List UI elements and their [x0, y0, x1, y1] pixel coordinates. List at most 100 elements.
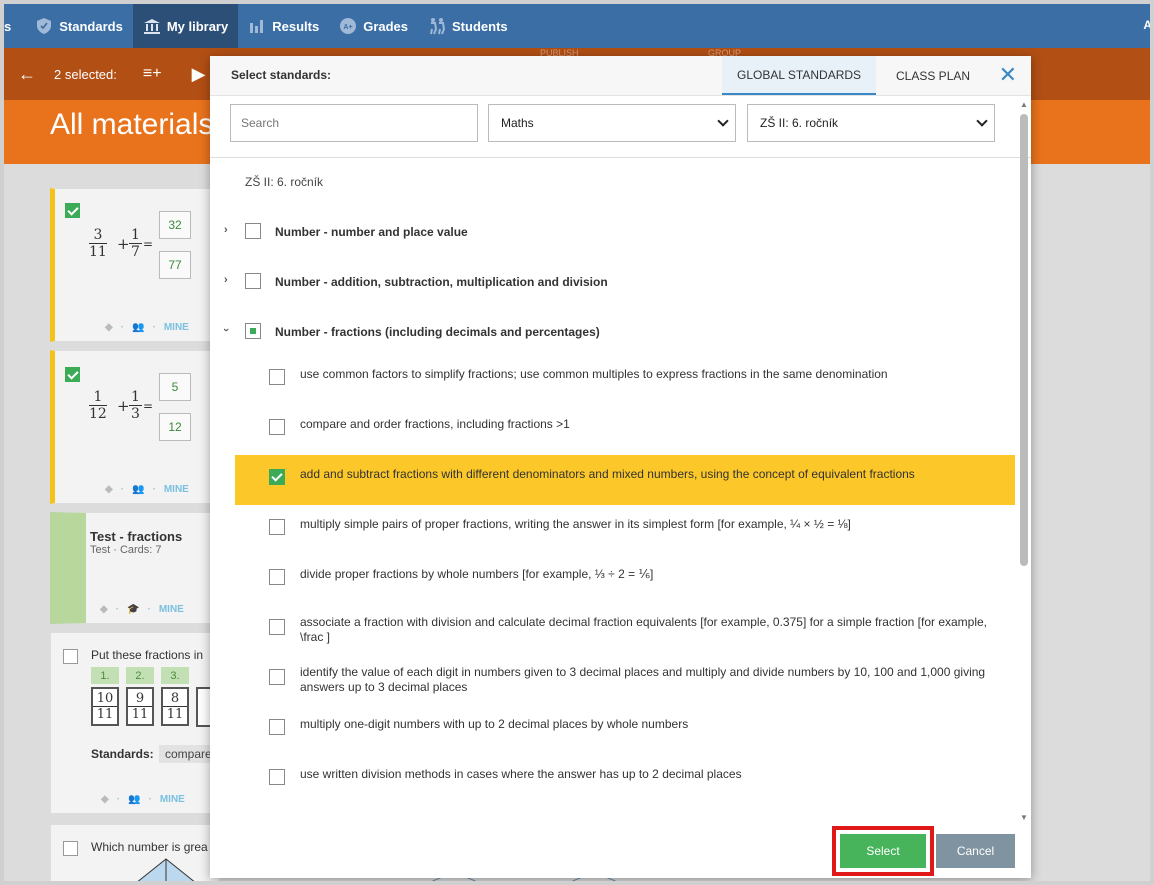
tag-icon[interactable]: ◆	[100, 604, 108, 615]
group-icon[interactable]: 👥	[132, 484, 144, 495]
standard-item[interactable]: identify the value of each digit in numb…	[235, 655, 1015, 705]
fraction-tile[interactable]: 10 11	[91, 687, 119, 726]
card-checkbox[interactable]	[65, 367, 80, 382]
fraction-numerator: 3	[89, 227, 107, 244]
card-title: Which number is grea	[91, 840, 208, 854]
scroll-up-icon[interactable]: ▲	[1020, 100, 1028, 109]
standard-checkbox[interactable]	[269, 669, 285, 685]
standard-text: add and subtract fractions with differen…	[300, 467, 915, 481]
standard-item[interactable]: associate a fraction with division and c…	[235, 605, 1015, 655]
scrollbar-thumb[interactable]	[1020, 114, 1028, 566]
separator-dot: ·	[148, 794, 152, 805]
standard-checkbox[interactable]	[269, 369, 285, 385]
nav-item-my-library[interactable]: My library	[132, 4, 239, 48]
fraction-tile[interactable]: 8 11	[161, 687, 189, 726]
tag-icon[interactable]: ◆	[105, 322, 113, 333]
group-label: Number - number and place value	[275, 225, 468, 239]
standard-item[interactable]: use written division methods in cases wh…	[235, 755, 1015, 805]
group-checkbox[interactable]	[245, 273, 261, 289]
standards-list[interactable]: ZŠ II: 6. ročník › Number - number and p…	[210, 159, 1018, 819]
standard-chip[interactable]: compare	[159, 745, 218, 763]
nav-item-students[interactable]: Students	[418, 4, 518, 48]
owner-badge: MINE	[163, 484, 189, 495]
scrollbar[interactable]: ▲ ▼	[1020, 100, 1028, 822]
separator-dot: ·	[152, 322, 156, 333]
nav-item-results[interactable]: Results	[238, 4, 329, 48]
test-card[interactable]: Test - fractions Test · Cards: 7 ◆ · 🎓 · M…	[50, 512, 220, 624]
shape-diagram	[137, 858, 195, 881]
card-checkbox[interactable]	[60, 529, 75, 544]
standard-item[interactable]: multiply one-digit numbers with up to 2 …	[235, 705, 1015, 755]
select-button[interactable]: Select	[840, 834, 926, 868]
graduation-cap-icon[interactable]: 🎓	[127, 604, 139, 615]
tab-class-plan[interactable]: CLASS PLAN	[881, 56, 985, 95]
answer-numerator-box[interactable]: 5	[159, 373, 191, 401]
add-to-list-icon[interactable]: ≡+	[143, 65, 162, 83]
standard-item[interactable]: use common factors to simplify fractions…	[235, 355, 1015, 405]
subject-select-value: Maths	[501, 116, 534, 130]
material-card[interactable]: Put these fractions in 1. 2. 3. 10 11 9 11…	[50, 632, 220, 814]
standard-item-selected[interactable]: add and subtract fractions with differen…	[235, 455, 1015, 505]
nav-item-standards[interactable]: Standards	[25, 4, 133, 48]
card-checkbox[interactable]	[63, 841, 78, 856]
standard-checkbox[interactable]	[269, 569, 285, 585]
standard-item[interactable]: divide proper fractions by whole numbers…	[235, 555, 1015, 605]
answer-numerator-box[interactable]: 32	[159, 211, 191, 239]
students-icon	[428, 17, 446, 35]
play-icon[interactable]: ▶	[192, 64, 206, 85]
group-checkbox[interactable]	[245, 323, 261, 339]
user-menu-truncated[interactable]: A	[1143, 18, 1150, 32]
standards-group[interactable]: › Number - addition, subtraction, multip…	[210, 263, 1018, 303]
card-subtitle: Test · Cards: 7	[90, 544, 162, 556]
standard-checkbox[interactable]	[269, 519, 285, 535]
standard-text: multiply simple pairs of proper fraction…	[300, 517, 851, 531]
standard-text: divide proper fractions by whole numbers…	[300, 567, 654, 581]
nav-item-truncated[interactable]: s	[4, 4, 25, 48]
answer-denominator-box[interactable]: 77	[159, 251, 191, 279]
group-icon[interactable]: 👥	[132, 322, 144, 333]
tag-icon[interactable]: ◆	[101, 794, 109, 805]
owner-badge: MINE	[158, 604, 184, 615]
standard-checkbox[interactable]	[269, 469, 285, 485]
material-card[interactable]: 1 12 + 13 = 5 12 ◆ · 👥 · MINE	[50, 350, 220, 504]
standards-group[interactable]: › Number - fractions (including decimals…	[210, 313, 1018, 353]
separator-dot: ·	[152, 484, 156, 495]
group-icon[interactable]: 👥	[128, 794, 140, 805]
separator-dot: ·	[116, 794, 121, 805]
answer-denominator-box[interactable]: 12	[159, 413, 191, 441]
separator-dot: ·	[120, 322, 125, 333]
fraction-denominator: 11	[166, 707, 184, 722]
search-input[interactable]	[230, 104, 478, 142]
standard-checkbox[interactable]	[269, 619, 285, 635]
card-title: Test - fractions	[90, 529, 183, 544]
fraction-tile[interactable]: 9 11	[126, 687, 154, 726]
card-checkbox[interactable]	[63, 649, 78, 664]
standard-checkbox[interactable]	[269, 719, 285, 735]
chevron-right-icon[interactable]: ›	[224, 274, 228, 286]
material-card[interactable]: Which number is grea	[50, 824, 220, 881]
material-card[interactable]: 3 11 + 17 = 32 77 ◆ · 👥 · MINE	[50, 188, 220, 342]
tag-icon[interactable]: ◆	[105, 484, 113, 495]
subject-select[interactable]: Maths	[488, 104, 736, 142]
chevron-right-icon[interactable]: ›	[224, 224, 228, 236]
select-standards-dialog: Select standards: GLOBAL STANDARDS CLASS…	[210, 56, 1031, 878]
standard-checkbox[interactable]	[269, 419, 285, 435]
close-icon[interactable]: ✕	[999, 62, 1017, 88]
standard-text: multiply one-digit numbers with up to 2 …	[300, 717, 689, 731]
equals-sign: =	[143, 237, 154, 251]
standard-text: use common factors to simplify fractions…	[300, 367, 888, 381]
back-arrow-icon[interactable]: ←	[18, 64, 36, 85]
card-checkbox[interactable]	[65, 203, 80, 218]
standards-group[interactable]: › Number - number and place value	[210, 213, 1018, 253]
standard-item[interactable]: compare and order fractions, including f…	[235, 405, 1015, 455]
standard-item[interactable]: multiply simple pairs of proper fraction…	[235, 505, 1015, 555]
grade-select[interactable]: ZŠ II: 6. ročník	[747, 104, 995, 142]
nav-item-grades[interactable]: A+ Grades	[329, 4, 418, 48]
scroll-down-icon[interactable]: ▼	[1020, 813, 1028, 822]
standard-checkbox[interactable]	[269, 769, 285, 785]
chevron-down-icon[interactable]: ›	[220, 328, 232, 332]
cancel-button[interactable]: Cancel	[936, 834, 1015, 868]
nav-item-label: My library	[166, 18, 229, 34]
group-checkbox[interactable]	[245, 223, 261, 239]
tab-global-standards[interactable]: GLOBAL STANDARDS	[722, 56, 877, 95]
